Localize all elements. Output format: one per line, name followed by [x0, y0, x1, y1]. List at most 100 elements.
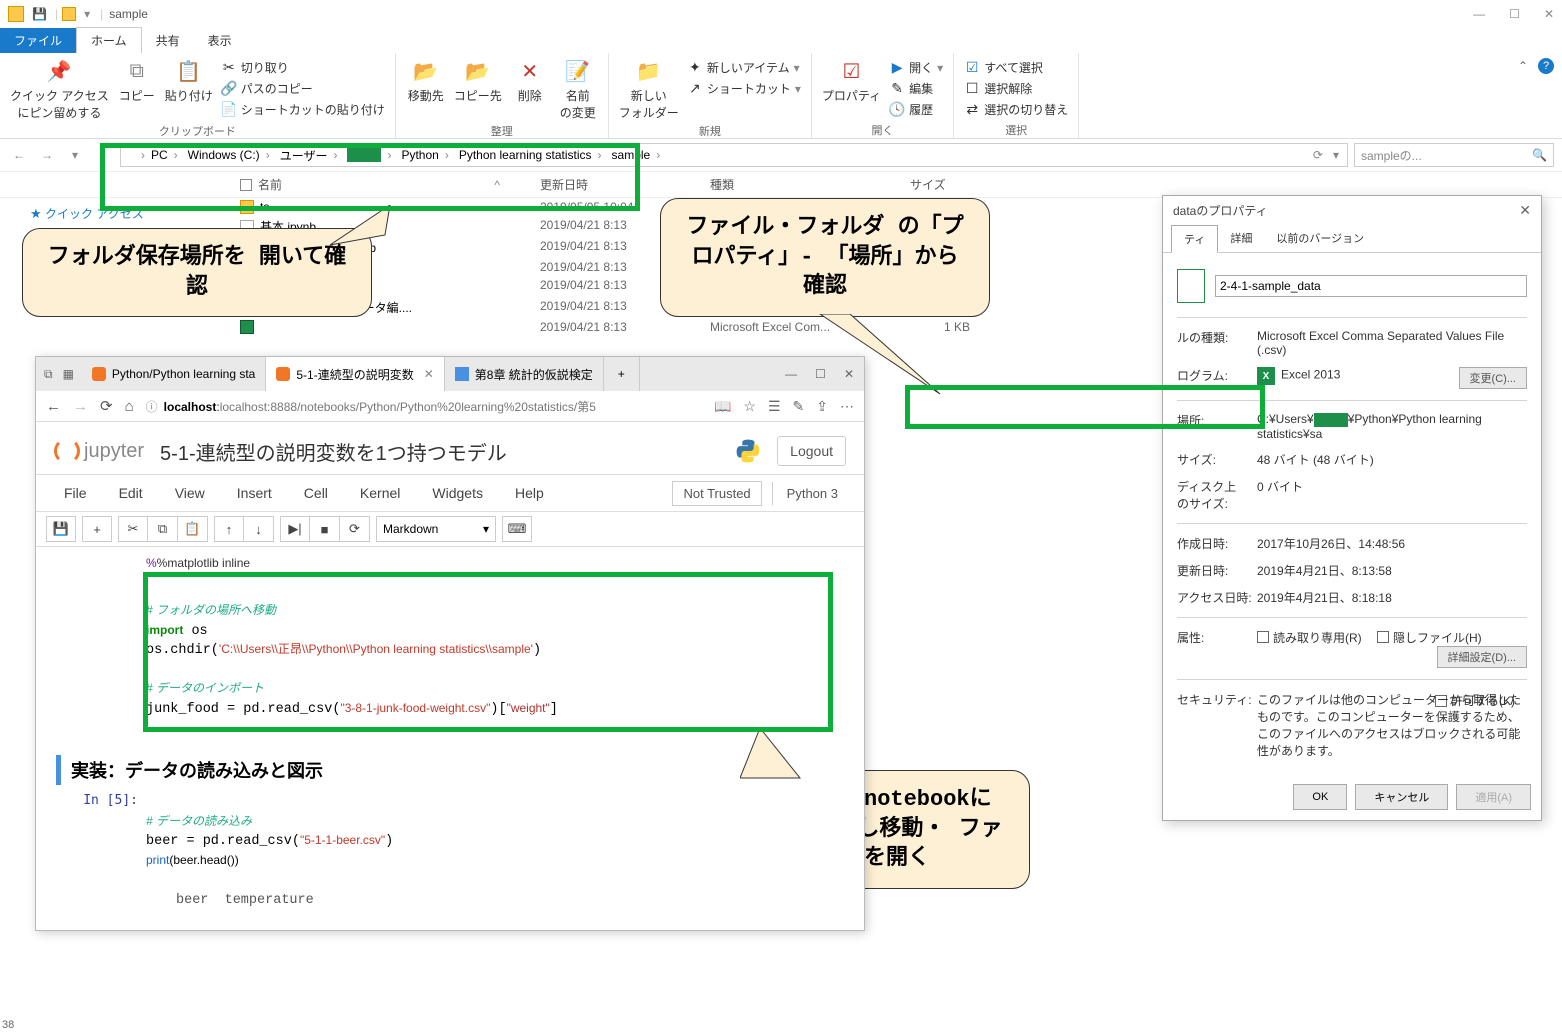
menu-edit[interactable]: Edit: [103, 479, 159, 507]
url-bar[interactable]: ⓘ localhost:localhost:8888/notebooks/Pyt…: [146, 398, 702, 415]
close-icon[interactable]: ✕: [1519, 202, 1531, 219]
menu-view[interactable]: View: [159, 479, 221, 507]
search-icon[interactable]: 🔍: [1532, 148, 1547, 162]
copyto-button[interactable]: 📂コピー先: [454, 57, 502, 104]
stop-button[interactable]: ■: [310, 516, 340, 542]
crumb-users[interactable]: ユーザー: [276, 147, 342, 164]
add-cell-button[interactable]: +: [82, 516, 112, 542]
crumb-sample[interactable]: sample: [608, 148, 665, 162]
rename-button[interactable]: 📝名前 の変更: [558, 57, 598, 121]
move-up-button[interactable]: ↑: [214, 516, 244, 542]
minimize-button[interactable]: —: [785, 367, 797, 381]
filename-input[interactable]: [1215, 275, 1527, 297]
kernel-indicator[interactable]: Python 3: [772, 482, 852, 505]
menu-widgets[interactable]: Widgets: [416, 479, 499, 507]
notebook-title[interactable]: 5-1-連続型の説明変数を1つ持つモデル: [160, 437, 507, 466]
browser-tab-2[interactable]: 第8章 統計的仮説検定: [445, 357, 604, 391]
cut-button[interactable]: ✂切り取り: [221, 57, 385, 78]
props-tab-versions[interactable]: 以前のバージョン: [1264, 225, 1376, 252]
menu-cell[interactable]: Cell: [288, 479, 344, 507]
readonly-checkbox[interactable]: 読み取り専用(R): [1257, 629, 1362, 646]
advanced-button[interactable]: 詳細設定(D)...: [1437, 646, 1527, 668]
crumb-c[interactable]: Windows (C:): [184, 148, 274, 162]
recent-button[interactable]: ▾: [64, 144, 86, 166]
close-tab-icon[interactable]: ✕: [424, 367, 434, 381]
invert-button[interactable]: ⇄選択の切り替え: [964, 99, 1068, 120]
notes-icon[interactable]: ✎: [793, 398, 805, 415]
newshortcut-button[interactable]: ↗ショートカット ▾: [687, 78, 801, 99]
code-cell[interactable]: # フォルダの場所へ移動 import os os.chdir('C:\\Use…: [146, 583, 844, 740]
menu-file[interactable]: File: [48, 479, 103, 507]
info-icon[interactable]: ⓘ: [146, 398, 158, 415]
crumb-python[interactable]: Python: [397, 148, 452, 162]
favorite-icon[interactable]: ☆: [743, 398, 756, 415]
copy-cell-button[interactable]: ⧉: [148, 516, 178, 542]
refresh-icon[interactable]: ⟳: [1309, 148, 1327, 162]
tab-view[interactable]: 表示: [194, 28, 246, 53]
forward-button[interactable]: →: [73, 398, 88, 415]
paste-cell-button[interactable]: 📋: [178, 516, 208, 542]
close-button[interactable]: ✕: [1544, 7, 1554, 21]
pin-button[interactable]: 📌クイック アクセス にピン留めする: [10, 57, 109, 121]
command-palette-button[interactable]: ⌨: [502, 516, 532, 542]
apply-button[interactable]: 適用(A): [1456, 784, 1531, 810]
code-cell[interactable]: # データの読み込み beer = pd.read_csv("5-1-1-bee…: [146, 793, 844, 891]
copy-button[interactable]: ⧉コピー: [117, 57, 157, 104]
edit-button[interactable]: ✎編集: [889, 78, 943, 99]
cut-cell-button[interactable]: ✂: [118, 516, 148, 542]
tab-share[interactable]: 共有: [142, 28, 194, 53]
forward-button[interactable]: →: [36, 144, 58, 166]
crumb-user[interactable]: [343, 148, 395, 162]
refresh-button[interactable]: ⟳: [100, 397, 113, 415]
crumb-stats[interactable]: Python learning statistics: [455, 148, 606, 162]
help-icon[interactable]: ?: [1538, 58, 1554, 74]
menu-insert[interactable]: Insert: [221, 479, 288, 507]
back-button[interactable]: ←: [8, 144, 30, 166]
save-button[interactable]: 💾: [46, 516, 76, 542]
search-input[interactable]: sampleの... 🔍: [1354, 143, 1554, 167]
maximize-button[interactable]: ☐: [1509, 7, 1520, 21]
tabactions-icon[interactable]: ⧉: [44, 367, 53, 382]
crumb-pc[interactable]: PC: [147, 148, 182, 162]
tab-home[interactable]: ホーム: [76, 27, 142, 53]
properties-button[interactable]: ☑プロパティ: [822, 57, 881, 104]
reading-icon[interactable]: 📖: [714, 398, 731, 415]
hub-icon[interactable]: ☰: [768, 398, 781, 415]
jupyter-logo[interactable]: jupyter: [54, 438, 144, 464]
menu-kernel[interactable]: Kernel: [344, 479, 416, 507]
move-down-button[interactable]: ↓: [244, 516, 274, 542]
paste-button[interactable]: 📋貼り付け: [165, 57, 213, 104]
breadcrumb[interactable]: › PC Windows (C:) ユーザー Python Python lea…: [120, 143, 1348, 167]
minimize-button[interactable]: —: [1473, 7, 1485, 21]
props-tab-details[interactable]: 詳細: [1218, 225, 1264, 252]
selectall-button[interactable]: ☑すべて選択: [964, 57, 1068, 78]
checkbox-all[interactable]: [240, 179, 252, 191]
moveto-button[interactable]: 📂移動先: [406, 57, 446, 104]
restart-button[interactable]: ⟳: [340, 516, 370, 542]
logout-button[interactable]: Logout: [777, 436, 846, 466]
menu-help[interactable]: Help: [499, 479, 560, 507]
trust-indicator[interactable]: Not Trusted: [672, 481, 761, 506]
tabpreview-icon[interactable]: ▦: [63, 367, 74, 381]
open-button[interactable]: ▶開く ▾: [889, 57, 943, 78]
change-button[interactable]: 変更(C)...: [1459, 367, 1527, 389]
newfolder-button[interactable]: 📁新しい フォルダー: [619, 57, 679, 121]
home-button[interactable]: ⌂: [125, 398, 134, 415]
newitem-button[interactable]: ✦新しいアイテム ▾: [687, 57, 801, 78]
selectnone-button[interactable]: ☐選択解除: [964, 78, 1068, 99]
collapse-ribbon-icon[interactable]: ⌃: [1518, 59, 1528, 73]
cancel-button[interactable]: キャンセル: [1355, 784, 1448, 810]
browser-tab-1[interactable]: 5-1-連続型の説明変数✕: [266, 357, 444, 391]
up-button[interactable]: ↑: [92, 144, 114, 166]
browser-tab-0[interactable]: Python/Python learning sta: [82, 357, 266, 391]
run-button[interactable]: ▶|: [280, 516, 310, 542]
hidden-checkbox[interactable]: 隠しファイル(H): [1377, 629, 1482, 646]
qat-save-icon[interactable]: 💾: [32, 7, 47, 21]
celltype-select[interactable]: Markdown▾: [376, 516, 496, 542]
new-tab-button[interactable]: +: [604, 357, 640, 391]
back-button[interactable]: ←: [46, 398, 61, 415]
ok-button[interactable]: OK: [1293, 784, 1347, 810]
copypath-button[interactable]: 🔗パスのコピー: [221, 78, 385, 99]
delete-button[interactable]: ✕削除: [510, 57, 550, 104]
props-tab-general[interactable]: ティ: [1171, 225, 1218, 253]
